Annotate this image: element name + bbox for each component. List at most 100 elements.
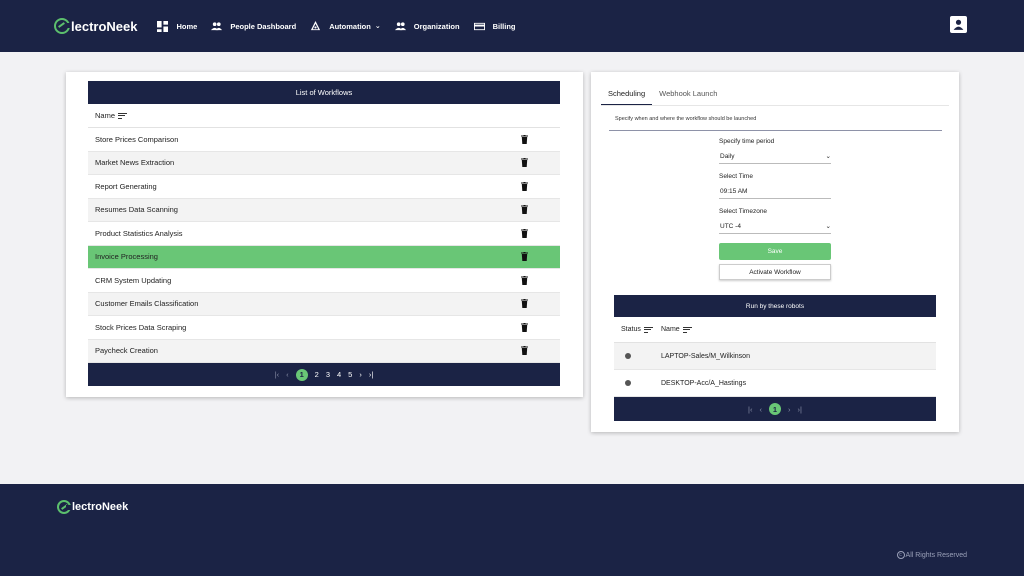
page-button-current[interactable]: 1	[295, 368, 308, 381]
save-button[interactable]: Save	[719, 243, 831, 260]
prev-page-icon[interactable]: ‹	[760, 405, 763, 414]
workflows-title: List of Workflows	[88, 81, 560, 104]
trash-icon[interactable]	[521, 275, 528, 285]
trash-icon[interactable]	[521, 252, 528, 262]
next-page-icon[interactable]: ›	[359, 370, 362, 379]
brand-name: lectroNeek	[71, 18, 138, 34]
status-dot-icon	[625, 380, 631, 386]
page-button[interactable]: 4	[337, 370, 341, 379]
status-dot-icon	[625, 353, 631, 359]
workflow-rows: Store Prices Comparison Market News Extra…	[88, 128, 560, 363]
workflow-row[interactable]: Resumes Data Scanning	[88, 198, 560, 222]
prev-page-icon[interactable]: ‹	[286, 370, 289, 379]
timezone-value: UTC -4	[720, 222, 741, 230]
nav-people-dashboard[interactable]: People Dashboard	[211, 21, 296, 32]
first-page-icon[interactable]: |‹	[748, 405, 752, 414]
robot-icon	[310, 20, 321, 32]
robot-row[interactable]: LAPTOP-Sales/M_Wilkinson	[614, 343, 936, 370]
workflow-name: Market News Extraction	[95, 158, 175, 168]
workflow-row[interactable]: Product Statistics Analysis	[88, 222, 560, 246]
period-select[interactable]: Daily ⌄	[719, 149, 831, 164]
sort-icon[interactable]	[118, 111, 128, 120]
workflows-card: List of Workflows Name Store Prices Comp…	[66, 72, 583, 397]
timezone-select[interactable]: UTC -4 ⌄	[719, 219, 831, 234]
footer: lectroNeek c All Rights Reserved	[0, 484, 1024, 576]
name-column-header[interactable]: Name	[661, 325, 692, 334]
credit-card-icon	[473, 21, 485, 32]
nav-organization[interactable]: Organization	[394, 21, 460, 32]
workflow-name: Store Prices Comparison	[95, 134, 179, 144]
page-button[interactable]: 2	[315, 370, 319, 379]
tab-description: Specify when and where the workflow shou…	[609, 112, 942, 131]
robot-row[interactable]: DESKTOP-Acc/A_Hastings	[614, 370, 936, 397]
copyright-text: All Rights Reserved	[905, 551, 967, 559]
brand-logo[interactable]: lectroNeek	[54, 18, 137, 34]
chevron-down-icon: ⌄	[825, 153, 831, 160]
nav-home[interactable]: Home	[157, 20, 198, 32]
name-column-label: Name	[661, 326, 680, 333]
tab-bar: Scheduling Webhook Launch	[601, 83, 949, 106]
workflows-pagination: |‹ ‹ 1 2 3 4 5 › ›|	[88, 363, 560, 386]
trash-icon[interactable]	[521, 134, 528, 144]
account-button[interactable]	[950, 16, 967, 33]
activate-workflow-button[interactable]: Activate Workflow	[719, 264, 831, 280]
workflow-row[interactable]: Invoice Processing	[88, 245, 560, 269]
trash-icon[interactable]	[521, 228, 528, 238]
trash-icon[interactable]	[521, 158, 528, 168]
workflow-name: Product Statistics Analysis	[95, 228, 183, 238]
workflow-row[interactable]: Customer Emails Classification	[88, 292, 560, 316]
dashboard-icon	[157, 20, 169, 32]
electroneek-logo-icon	[57, 500, 72, 514]
period-value: Daily	[720, 152, 735, 160]
nav-automation-label: Automation	[329, 21, 371, 31]
people-icon	[394, 21, 406, 32]
trash-icon[interactable]	[521, 299, 528, 309]
workflow-name: Resumes Data Scanning	[95, 205, 178, 215]
status-column-header[interactable]: Status	[614, 325, 661, 334]
workflow-row[interactable]: Paycheck Creation	[88, 339, 560, 363]
chevron-down-icon: ⌄	[374, 23, 381, 30]
last-page-icon[interactable]: ›|	[369, 370, 373, 379]
workflow-name: Report Generating	[95, 181, 157, 191]
trash-icon[interactable]	[521, 346, 528, 356]
nav-home-label: Home	[176, 21, 198, 31]
top-nav: lectroNeek Home People Dashboard Automat…	[0, 0, 1024, 52]
workflow-row[interactable]: Store Prices Comparison	[88, 128, 560, 152]
sort-icon[interactable]	[643, 325, 653, 334]
robot-name: DESKTOP-Acc/A_Hastings	[661, 379, 747, 387]
nav-billing[interactable]: Billing	[473, 21, 516, 32]
tab-webhook-launch[interactable]: Webhook Launch	[652, 83, 724, 105]
nav-people-dashboard-label: People Dashboard	[230, 21, 297, 31]
nav-billing-label: Billing	[492, 21, 516, 31]
footer-logo[interactable]: lectroNeek	[57, 500, 128, 514]
time-input[interactable]: 09:15 AM	[719, 184, 831, 199]
trash-icon[interactable]	[521, 205, 528, 215]
trash-icon[interactable]	[521, 181, 528, 191]
trash-icon[interactable]	[521, 322, 528, 332]
workflows-table: List of Workflows Name Store Prices Comp…	[88, 81, 560, 386]
period-label: Specify time period	[719, 138, 775, 145]
workflow-row[interactable]: Market News Extraction	[88, 151, 560, 175]
last-page-icon[interactable]: ›|	[798, 405, 802, 414]
next-page-icon[interactable]: ›	[788, 405, 791, 414]
workflow-row[interactable]: Stock Prices Data Scraping	[88, 316, 560, 340]
page-button-current[interactable]: 1	[769, 403, 781, 415]
name-column-label: Name	[95, 111, 116, 120]
workflow-name: Invoice Processing	[95, 252, 158, 262]
copyright-icon: c	[896, 551, 905, 559]
workflow-row[interactable]: Report Generating	[88, 175, 560, 199]
page-button[interactable]: 5	[348, 370, 352, 379]
first-page-icon[interactable]: |‹	[275, 370, 279, 379]
robot-name: LAPTOP-Sales/M_Wilkinson	[661, 352, 750, 360]
robots-title: Run by these robots	[614, 295, 936, 317]
sort-icon[interactable]	[682, 325, 692, 334]
name-column-header[interactable]: Name	[88, 104, 560, 128]
robots-table: Run by these robots Status Name LAPTOP-S…	[614, 295, 936, 421]
robots-pagination: |‹ ‹ 1 › ›|	[614, 397, 936, 421]
nav-automation[interactable]: Automation ⌄	[310, 20, 381, 32]
people-icon	[211, 21, 223, 32]
time-value: 09:15 AM	[720, 187, 748, 195]
tab-scheduling[interactable]: Scheduling	[601, 83, 653, 105]
workflow-row[interactable]: CRM System Updating	[88, 269, 560, 293]
page-button[interactable]: 3	[326, 370, 330, 379]
